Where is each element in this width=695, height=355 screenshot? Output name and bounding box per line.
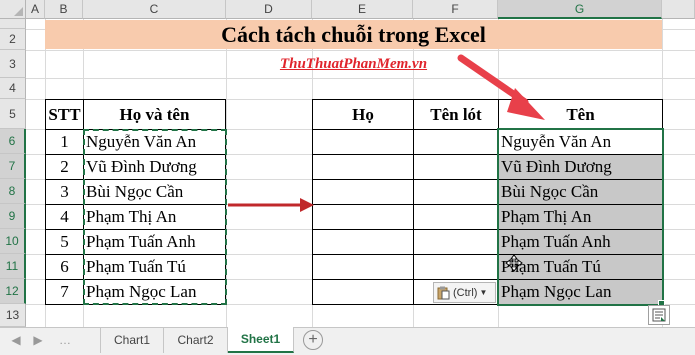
ten-lot-cell[interactable]	[413, 154, 499, 180]
right-table: Họ Tên lót Tên Nguyễn Văn An Vũ Đình Dươ…	[312, 99, 663, 305]
row-header-11[interactable]: 11	[0, 254, 26, 279]
ten-cell[interactable]: Phạm Ngọc Lan	[498, 279, 663, 305]
row-header-2[interactable]: 2	[0, 29, 26, 50]
column-header-g[interactable]: G	[498, 0, 662, 19]
sheet-title[interactable]: Cách tách chuỗi trong Excel	[45, 20, 662, 49]
paste-options-button[interactable]: (Ctrl) ▼	[433, 282, 496, 303]
row-header-10[interactable]: 10	[0, 229, 26, 254]
stt-cell[interactable]: 7	[45, 279, 84, 305]
ten-lot-cell[interactable]	[413, 254, 499, 280]
gridline	[26, 78, 695, 79]
paste-options-label: (Ctrl)	[453, 286, 478, 299]
column-header-e[interactable]: E	[312, 0, 413, 19]
column-header-h[interactable]	[662, 0, 695, 19]
ten-cell[interactable]: Phạm Tuấn Anh	[498, 229, 663, 255]
ten-cell[interactable]: Phạm Thị An	[498, 204, 663, 230]
row-header-7[interactable]: 7	[0, 154, 26, 179]
column-header-d[interactable]: D	[226, 0, 312, 19]
ho-cell[interactable]	[312, 179, 414, 205]
row-header-8[interactable]: 8	[0, 179, 26, 204]
quick-analysis-icon	[652, 308, 666, 322]
row-header-9[interactable]: 9	[0, 204, 26, 229]
row-header-6[interactable]: 6	[0, 129, 26, 154]
row-header-4[interactable]: 4	[0, 78, 26, 99]
row-header-1[interactable]	[0, 19, 26, 29]
row-header-5[interactable]: 5	[0, 99, 26, 129]
stt-cell[interactable]: 3	[45, 179, 84, 205]
column-header-f[interactable]: F	[413, 0, 498, 19]
sheet-nav-more-icon[interactable]: …	[58, 331, 72, 349]
sheet-tab-sheet1[interactable]: Sheet1	[228, 327, 294, 353]
add-sheet-icon[interactable]: +	[303, 330, 323, 350]
column-header-b[interactable]: B	[45, 0, 83, 19]
stt-cell[interactable]: 4	[45, 204, 84, 230]
ho-cell[interactable]	[312, 254, 414, 280]
ho-cell[interactable]	[312, 204, 414, 230]
sheet-tab-chart2[interactable]: Chart2	[164, 327, 228, 353]
ten-cell[interactable]: Phạm Tuấn Tú	[498, 254, 663, 280]
copy-marquee	[83, 129, 227, 305]
ten-lot-cell[interactable]	[413, 204, 499, 230]
header-stt[interactable]: STT	[45, 99, 84, 130]
column-header-a[interactable]: A	[26, 0, 45, 19]
ten-cell[interactable]: Vũ Đình Dương	[498, 154, 663, 180]
header-ho[interactable]: Họ	[312, 99, 414, 130]
ho-cell[interactable]	[312, 154, 414, 180]
ten-lot-cell[interactable]	[413, 129, 499, 155]
ho-cell[interactable]	[312, 129, 414, 155]
move-cursor-icon	[505, 254, 523, 272]
stt-cell[interactable]: 2	[45, 154, 84, 180]
select-all-corner[interactable]	[0, 0, 26, 19]
ho-cell[interactable]	[312, 279, 414, 305]
ten-lot-cell[interactable]	[413, 179, 499, 205]
quick-analysis-button[interactable]	[648, 305, 670, 325]
row-header-3[interactable]: 3	[0, 50, 26, 78]
stt-cell[interactable]: 6	[45, 254, 84, 280]
right-arrow-icon	[228, 198, 314, 212]
ho-cell[interactable]	[312, 229, 414, 255]
row-header-12[interactable]: 12	[0, 279, 26, 304]
paste-options-icon	[437, 286, 450, 299]
column-header-c[interactable]: C	[83, 0, 226, 19]
stt-cell[interactable]: 1	[45, 129, 84, 155]
pointer-arrow-icon	[457, 54, 545, 120]
ten-lot-cell[interactable]	[413, 229, 499, 255]
sheet-tab-chart1[interactable]: Chart1	[100, 327, 164, 353]
dropdown-arrow-icon: ▼	[479, 288, 488, 297]
row-header-13[interactable]: 13	[0, 304, 26, 327]
sheet-nav-left-icon[interactable]: ◀	[8, 331, 24, 349]
ten-cell[interactable]: Bùi Ngọc Cần	[498, 179, 663, 205]
header-ho-va-ten[interactable]: Họ và tên	[83, 99, 226, 130]
website-watermark: ThuThuatPhanMem.vn	[279, 55, 428, 72]
ten-cell[interactable]: Nguyễn Văn An	[498, 129, 663, 155]
stt-cell[interactable]: 5	[45, 229, 84, 255]
sheet-nav-right-icon[interactable]: ▶	[30, 331, 46, 349]
